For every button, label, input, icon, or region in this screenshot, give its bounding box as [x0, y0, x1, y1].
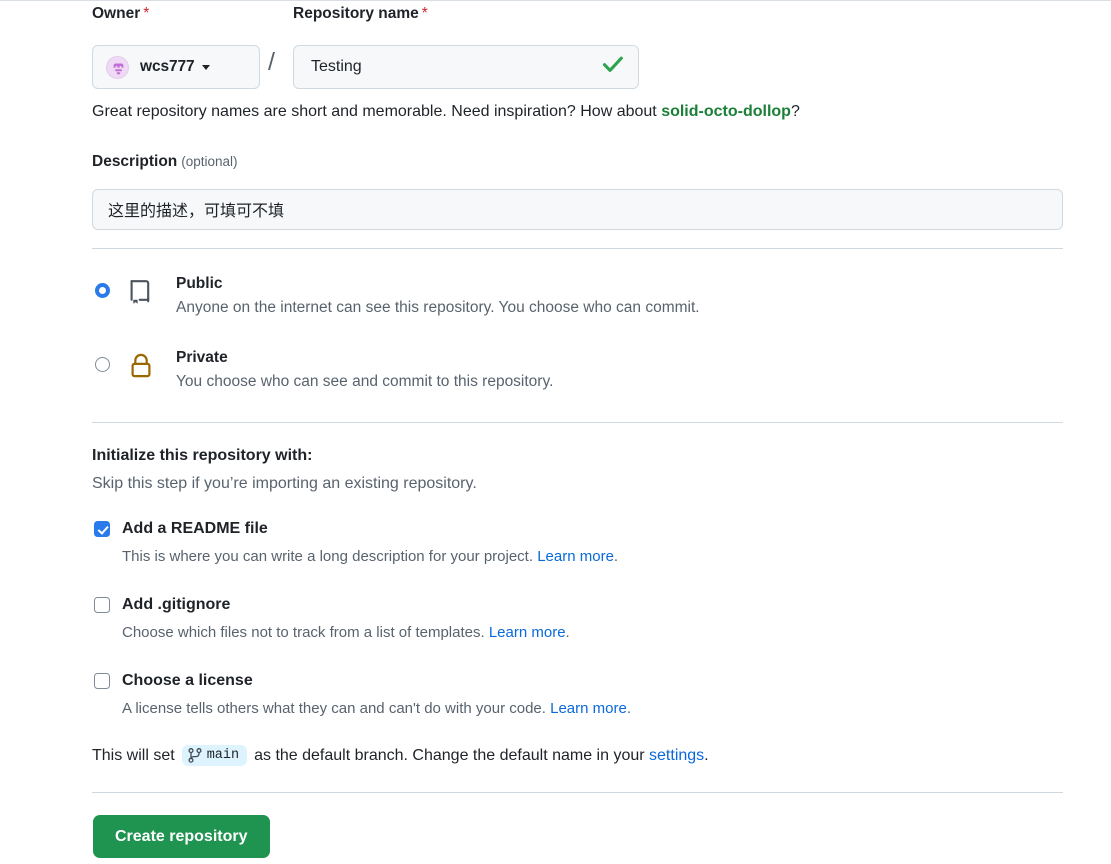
description-block: Description (optional) 这里的描述，可填可不填 [92, 153, 1063, 230]
license-desc-trailing: . [626, 700, 631, 717]
description-label: Description (optional) [92, 153, 1063, 172]
default-branch-note: This will set main as the default branch… [92, 745, 709, 766]
license-desc-text: A license tells others what they can and… [122, 700, 551, 717]
license-learn-more-link[interactable]: Learn more [550, 700, 627, 717]
repository-name-value: Testing [311, 58, 362, 75]
owner-required-star: * [143, 5, 150, 22]
option-add-readme-label: Add a README file [122, 520, 268, 537]
option-add-gitignore-label: Add .gitignore [122, 596, 231, 613]
visibility-private-text: Private You choose who can see and commi… [176, 347, 1063, 394]
option-add-gitignore[interactable]: Add .gitignore Choose which files not to… [92, 595, 1063, 645]
chevron-down-icon [201, 64, 210, 70]
visibility-option-public[interactable]: Public Anyone on the internet can see th… [92, 273, 1063, 335]
field-labels-row: Owner * Repository name * [92, 5, 1063, 27]
description-input[interactable]: 这里的描述，可填可不填 [92, 188, 1063, 230]
divider-after-description [92, 248, 1063, 249]
readme-desc-trailing: . [613, 548, 619, 565]
gitignore-learn-more-link[interactable]: Learn more [489, 624, 566, 641]
repository-name-label: Repository name * [293, 5, 428, 24]
initialize-options: Add a README file This is where you can … [92, 519, 1063, 721]
owner-selected-name: wcs777 [140, 58, 195, 75]
owner-dropdown[interactable]: wcs777 [92, 45, 260, 89]
hint-prefix: Great repository names are short and mem… [92, 103, 662, 120]
divider-before-submit [92, 792, 1063, 793]
option-add-readme[interactable]: Add a README file This is where you can … [92, 519, 1063, 569]
owner-and-name-inputs: wcs777 / Testing [92, 45, 1063, 89]
gitignore-desc-text: Choose which files not to track from a l… [122, 624, 489, 641]
readme-learn-more-link[interactable]: Learn more [537, 548, 614, 565]
option-choose-license-description: A license tells others what they can and… [122, 699, 1063, 719]
user-avatar-identicon-icon [106, 55, 129, 79]
checkbox-choose-license[interactable] [94, 673, 110, 689]
branch-note-prefix: This will set [92, 746, 175, 764]
default-branch-badge: main [181, 745, 248, 766]
initialize-section: Initialize this repository with: Skip th… [92, 447, 1063, 721]
hint-suffix: ? [790, 103, 800, 120]
option-choose-license-label: Choose a license [122, 672, 253, 689]
visibility-public-title: Public [176, 275, 223, 292]
settings-link[interactable]: settings [649, 747, 704, 765]
description-label-text: Description [92, 153, 178, 170]
owner-and-name-row: Owner * Repository name * wcs777 / Testi… [92, 1, 1063, 120]
git-branch-icon [188, 748, 202, 763]
owner-label: Owner * [92, 5, 149, 24]
description-optional-note: (optional) [181, 154, 238, 169]
initialize-title: Initialize this repository with: [92, 447, 313, 464]
radio-private[interactable] [95, 357, 110, 372]
visibility-private-description: You choose who can see and commit to thi… [176, 373, 554, 391]
default-branch-name: main [206, 748, 240, 763]
repository-name-required-star: * [421, 5, 428, 22]
radio-public[interactable] [95, 283, 110, 298]
suggested-name[interactable]: solid-octo-dollop [661, 103, 791, 120]
branch-note-suffix: . [704, 746, 709, 764]
readme-desc-text: This is where you can write a long descr… [122, 548, 538, 565]
checkbox-add-readme[interactable] [94, 521, 110, 537]
visibility-option-private[interactable]: Private You choose who can see and commi… [92, 347, 1063, 409]
initialize-subtitle: Skip this step if you’re importing an ex… [92, 475, 477, 492]
repository-name-label-text: Repository name [293, 5, 419, 22]
visibility-options: Public Anyone on the internet can see th… [92, 273, 1063, 409]
visibility-public-description: Anyone on the internet can see this repo… [176, 299, 700, 317]
divider-after-visibility [92, 422, 1063, 423]
branch-note-middle: as the default branch. Change the defaul… [254, 746, 645, 764]
option-add-readme-description: This is where you can write a long descr… [122, 547, 1063, 567]
owner-label-text: Owner [92, 5, 141, 22]
visibility-public-text: Public Anyone on the internet can see th… [176, 273, 1063, 320]
repo-book-icon [126, 277, 156, 307]
visibility-private-title: Private [176, 349, 228, 366]
option-add-gitignore-description: Choose which files not to track from a l… [122, 623, 1063, 643]
create-repository-button[interactable]: Create repository [93, 815, 270, 858]
checkbox-add-gitignore[interactable] [94, 597, 110, 613]
repository-name-input[interactable]: Testing [293, 45, 639, 89]
lock-icon [126, 351, 156, 381]
description-value: 这里的描述，可填可不填 [108, 201, 285, 221]
repository-name-hint: Great repository names are short and mem… [92, 103, 800, 121]
owner-name-separator: / [268, 48, 275, 76]
option-choose-license[interactable]: Choose a license A license tells others … [92, 671, 1063, 721]
gitignore-desc-trailing: . [565, 624, 570, 641]
check-icon [602, 55, 624, 79]
